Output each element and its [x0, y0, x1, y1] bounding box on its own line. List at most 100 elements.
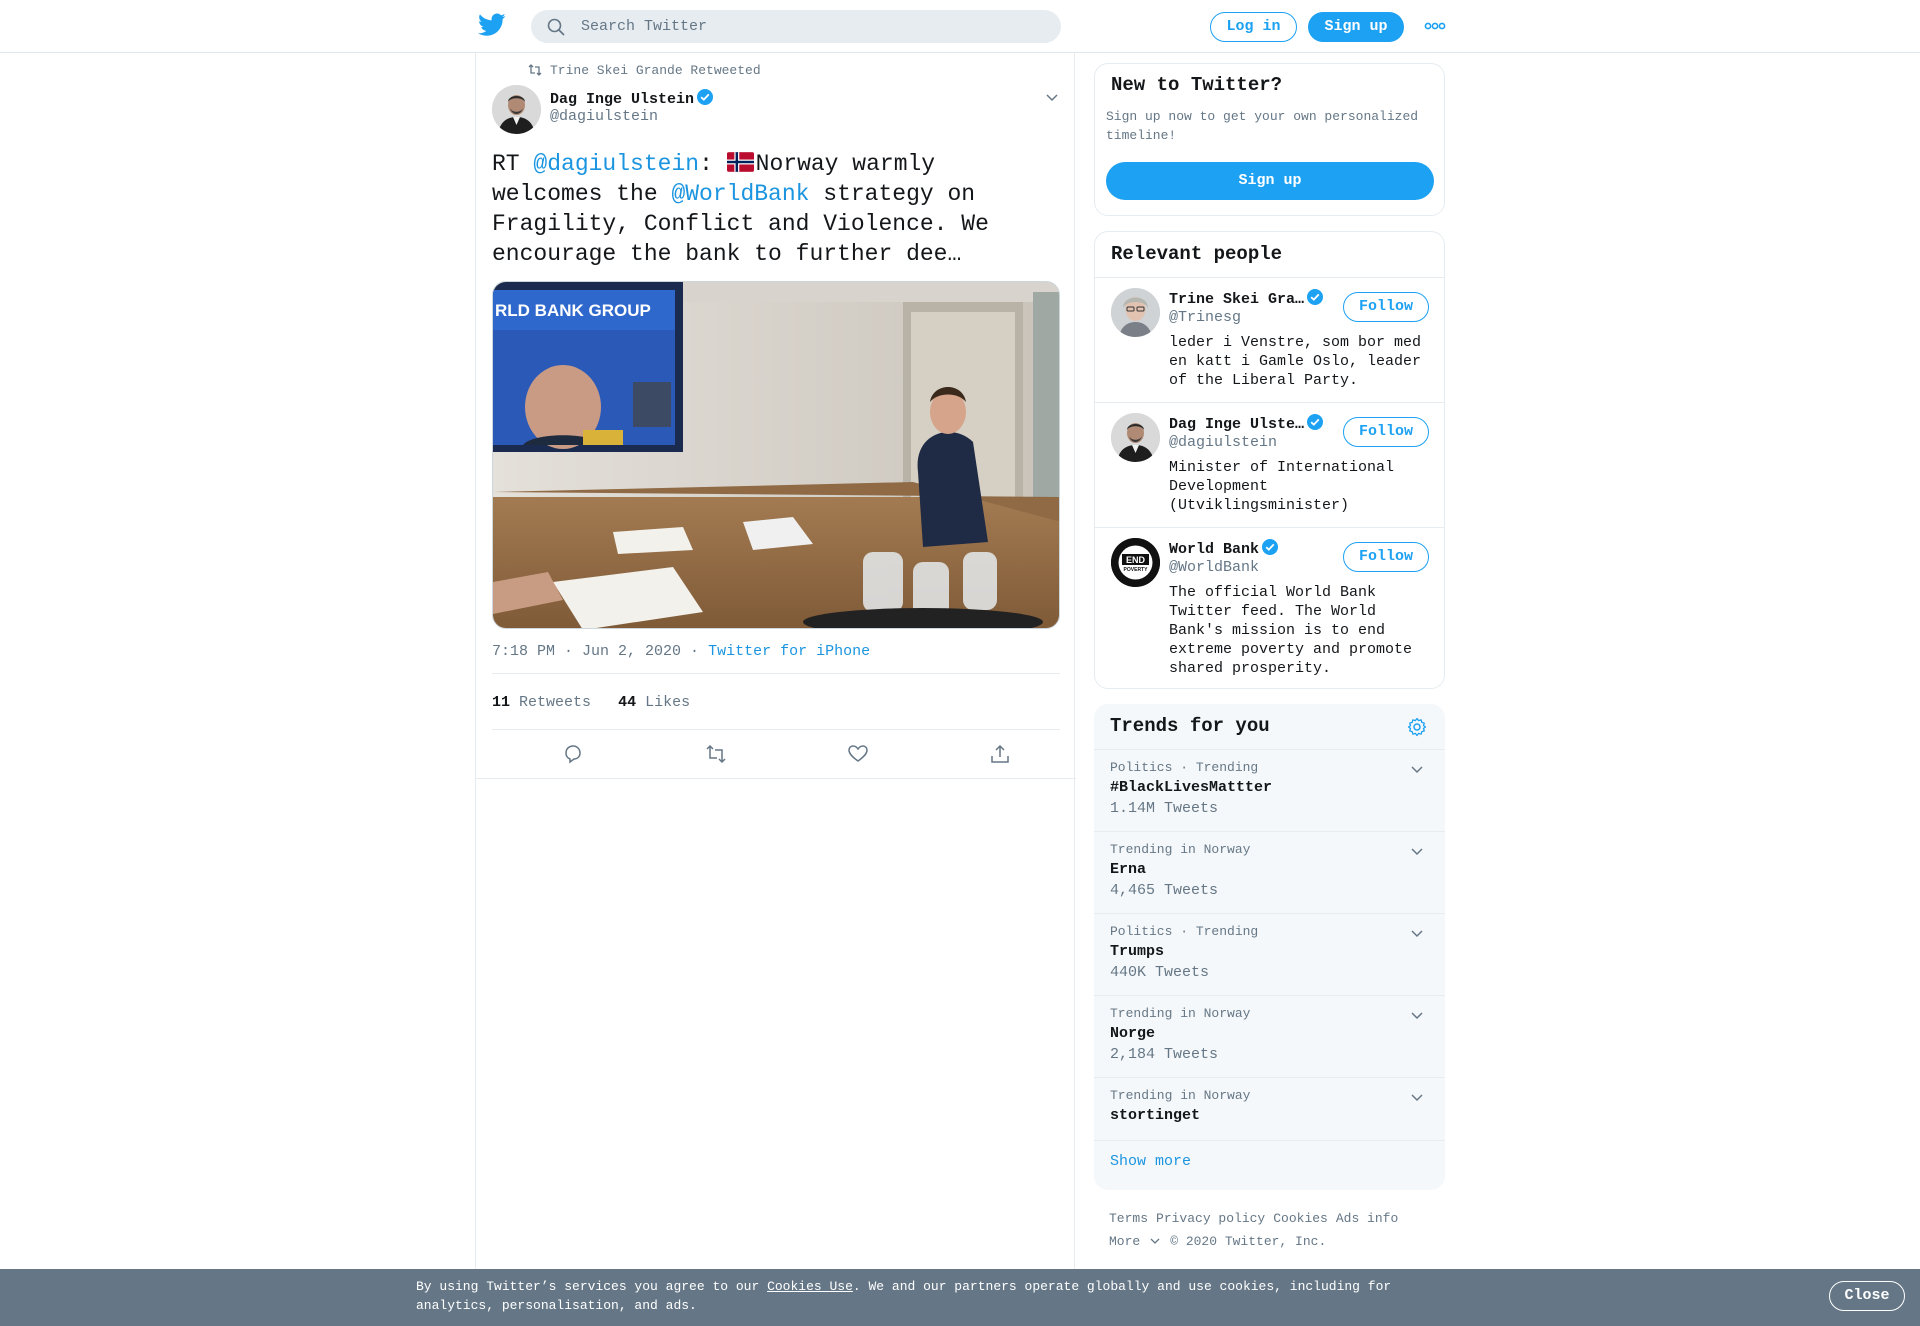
person-name-text[interactable]: Dag Inge Ulste…: [1169, 416, 1304, 433]
chevron-down-icon[interactable]: [1410, 762, 1424, 776]
chevron-down-icon[interactable]: [1410, 844, 1424, 858]
like-icon[interactable]: [847, 743, 869, 765]
trend-item[interactable]: Trending in Norway Erna 4,465 Tweets: [1094, 842, 1445, 912]
trends-panel: Trends for you Politics · Trending #Blac…: [1094, 704, 1445, 1190]
tv-screen-text: RLD BANK GROUP: [495, 301, 651, 320]
verified-icon: [1262, 539, 1279, 555]
search-box[interactable]: [531, 10, 1061, 43]
search-icon: [547, 18, 565, 36]
login-button[interactable]: Log in: [1210, 12, 1297, 42]
person-bio: The official World Bank Twitter feed. Th…: [1169, 584, 1413, 677]
twitter-logo-icon[interactable]: [478, 13, 506, 37]
tweet-time[interactable]: 7:18 PM · Jun 2, 2020: [492, 643, 681, 660]
verified-icon: [1307, 289, 1324, 305]
tweet-text-rt: RT: [492, 151, 534, 177]
retweet-context[interactable]: Trine Skei Grande Retweeted: [528, 63, 761, 78]
retweets-stat[interactable]: 11 Retweets: [492, 694, 591, 711]
person-card[interactable]: Trine Skei Gra… @Trinesg Follow leder i …: [1095, 278, 1444, 402]
trend-item[interactable]: Trending in Norway stortinget: [1094, 1088, 1445, 1138]
follow-button[interactable]: Follow: [1343, 542, 1429, 572]
author-name-text[interactable]: Dag Inge Ulstein: [550, 91, 694, 108]
person-name[interactable]: Dag Inge Ulste…: [1169, 413, 1324, 433]
panel-title: Trends for you: [1110, 715, 1270, 737]
close-button[interactable]: Close: [1829, 1281, 1905, 1311]
likes-count: 44: [618, 694, 637, 711]
divider: [1094, 831, 1445, 832]
more-dots-icon[interactable]: [1424, 20, 1446, 32]
footer-ads-link[interactable]: Ads info: [1336, 1211, 1398, 1226]
footer-cookies-link[interactable]: Cookies: [1273, 1211, 1328, 1226]
reply-icon[interactable]: [562, 743, 584, 765]
tweet-actions: [476, 743, 1076, 773]
trend-item[interactable]: Politics · Trending #BlackLivesMattter 1…: [1094, 760, 1445, 830]
cookies-use-link[interactable]: Cookies Use: [767, 1279, 853, 1294]
person-handle[interactable]: @Trinesg: [1169, 309, 1241, 326]
gear-icon[interactable]: [1407, 717, 1427, 737]
footer-more-link[interactable]: More: [1109, 1234, 1160, 1249]
tweet-stats: 11 Retweets 44 Likes: [492, 694, 690, 711]
person-handle[interactable]: @dagiulstein: [1169, 434, 1277, 451]
person-card[interactable]: END POVERTY World Bank @WorldBank Follow…: [1095, 528, 1444, 688]
person-handle[interactable]: @WorldBank: [1169, 559, 1259, 576]
divider: [492, 673, 1060, 674]
author-avatar[interactable]: [492, 85, 541, 134]
divider: [1094, 749, 1445, 750]
end-poverty-logo-icon: END POVERTY: [1111, 538, 1160, 587]
panel-title: New to Twitter?: [1111, 74, 1283, 96]
trend-item[interactable]: Politics · Trending Trumps 440K Tweets: [1094, 924, 1445, 994]
divider: [492, 729, 1060, 730]
trend-count: 4,465 Tweets: [1110, 882, 1219, 899]
chevron-down-icon: [1150, 1238, 1160, 1244]
retweet-icon[interactable]: [705, 743, 727, 765]
mention-link[interactable]: @WorldBank: [671, 181, 809, 207]
end-poverty-logo-text: END: [1126, 555, 1146, 565]
meta-separator: ·: [690, 643, 700, 660]
chevron-down-icon[interactable]: [1044, 89, 1060, 105]
follow-button[interactable]: Follow: [1343, 417, 1429, 447]
show-more-link[interactable]: Show more: [1110, 1153, 1191, 1170]
person-card[interactable]: Dag Inge Ulste… @dagiulstein Follow Mini…: [1095, 403, 1444, 527]
chevron-down-icon[interactable]: [1410, 1090, 1424, 1104]
author-avatar-image: [492, 85, 541, 134]
search-input[interactable]: [581, 10, 1041, 43]
chevron-down-icon[interactable]: [1410, 926, 1424, 940]
trend-item[interactable]: Trending in Norway Norge 2,184 Tweets: [1094, 1006, 1445, 1076]
cookie-text-before: By using Twitter’s services you agree to…: [416, 1279, 768, 1294]
tweet-timestamp-row: 7:18 PM · Jun 2, 2020 · Twitter for iPho…: [492, 643, 870, 660]
trend-context: Politics · Trending: [1110, 924, 1259, 939]
avatar[interactable]: [1111, 413, 1160, 462]
tweet-column: Trine Skei Grande Retweeted Dag Inge Uls…: [475, 53, 1076, 1273]
author-handle[interactable]: @dagiulstein: [550, 108, 658, 125]
share-icon[interactable]: [989, 743, 1011, 765]
trend-name: stortinget: [1110, 1107, 1201, 1124]
trend-context: Trending in Norway: [1110, 842, 1251, 857]
author-name[interactable]: Dag Inge Ulstein: [550, 88, 714, 108]
trend-count: 2,184 Tweets: [1110, 1046, 1219, 1063]
follow-button[interactable]: Follow: [1343, 292, 1429, 322]
verified-icon: [697, 89, 714, 105]
avatar[interactable]: END POVERTY: [1111, 538, 1160, 587]
footer-more-label[interactable]: More: [1109, 1234, 1140, 1249]
footer-privacy-link[interactable]: Privacy policy: [1156, 1211, 1265, 1226]
person-name-text[interactable]: World Bank: [1169, 541, 1259, 558]
person-bio: Minister of International Development (U…: [1169, 459, 1395, 514]
mention-link[interactable]: @dagiulstein: [533, 151, 699, 177]
chevron-down-icon[interactable]: [1410, 1008, 1424, 1022]
divider: [476, 778, 1076, 779]
person-avatar-image: [1111, 288, 1160, 337]
signup-button[interactable]: Sign up: [1308, 12, 1404, 42]
signup-button[interactable]: Sign up: [1106, 162, 1434, 200]
likes-stat[interactable]: 44 Likes: [618, 694, 690, 711]
person-name[interactable]: Trine Skei Gra…: [1169, 288, 1324, 308]
footer-terms-link[interactable]: Terms: [1109, 1211, 1148, 1226]
tweet-text: RT @dagiulstein: Norway warmly welcomes …: [492, 149, 1032, 269]
trend-context: Trending in Norway: [1110, 1088, 1251, 1103]
person-name[interactable]: World Bank: [1169, 538, 1279, 558]
person-name-text[interactable]: Trine Skei Gra…: [1169, 291, 1304, 308]
trend-name: Trumps: [1110, 943, 1165, 960]
top-bar: Log in Sign up: [0, 0, 1920, 53]
tweet-source-link[interactable]: Twitter for iPhone: [708, 643, 870, 660]
tweet-photo[interactable]: RLD BANK GROUP: [492, 281, 1060, 629]
avatar[interactable]: [1111, 288, 1160, 337]
meeting-room-photo: RLD BANK GROUP: [493, 282, 1059, 628]
